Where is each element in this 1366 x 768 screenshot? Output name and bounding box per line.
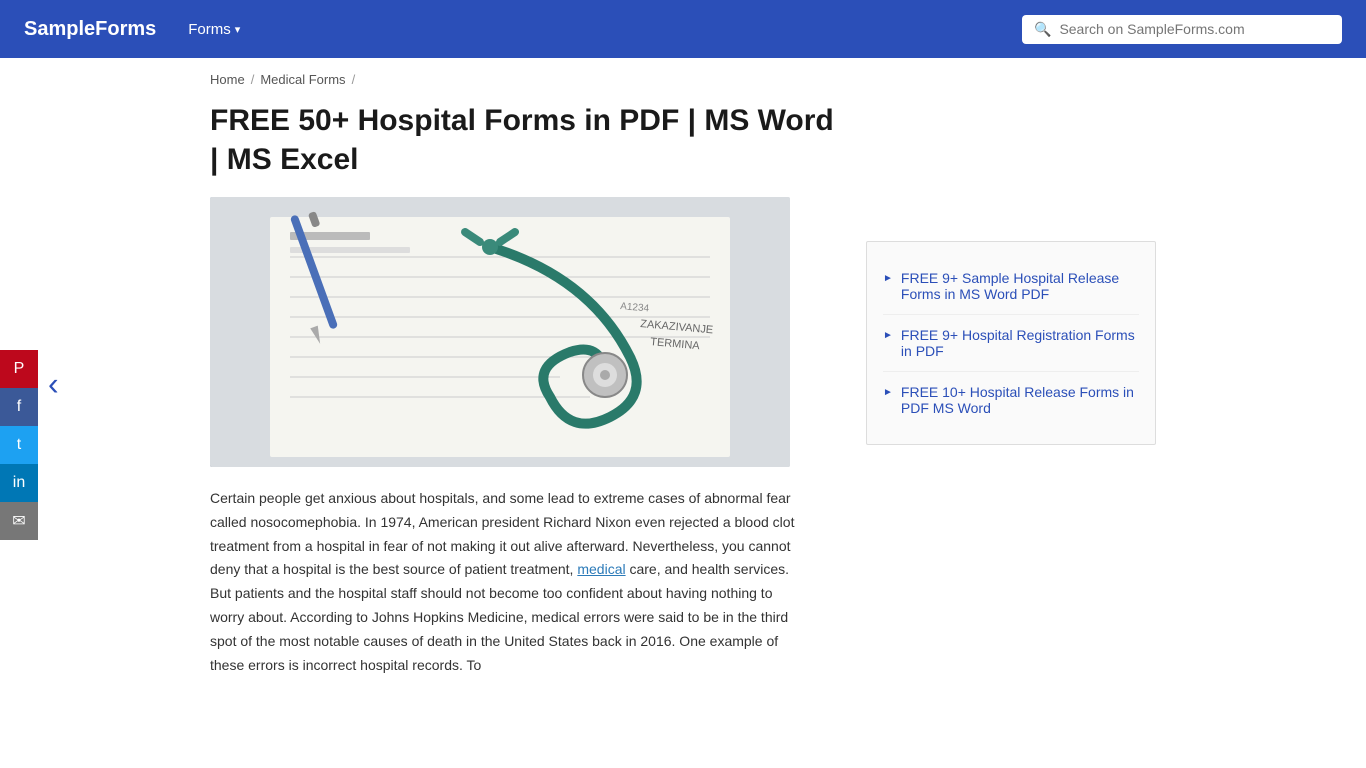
article-text: Certain people get anxious about hospita… [210, 487, 810, 677]
hero-image: ZAKAZIVANJE TERMINA A1234 [210, 197, 790, 467]
search-input[interactable] [1059, 21, 1330, 37]
arrow-icon-2: ► [883, 330, 893, 341]
sidebar-link-1[interactable]: ► FREE 9+ Sample Hospital Release Forms … [883, 258, 1139, 315]
search-box: 🔍 [1022, 15, 1342, 44]
sidebar-link-2-text: FREE 9+ Hospital Registration Forms in P… [901, 327, 1139, 359]
site-logo[interactable]: SampleForms [24, 18, 156, 41]
facebook-icon: f [17, 398, 21, 416]
forms-nav-label: Forms [188, 21, 231, 38]
breadcrumb-sep-2: / [352, 72, 356, 87]
pinterest-icon: P [14, 360, 25, 378]
main-container: FREE 50+ Hospital Forms in PDF | MS Word… [0, 101, 1366, 677]
search-icon: 🔍 [1034, 21, 1051, 38]
sidebar-link-1-text: FREE 9+ Sample Hospital Release Forms in… [901, 270, 1139, 302]
article-body: Certain people get anxious about hospita… [210, 487, 810, 677]
breadcrumb-sep-1: / [251, 72, 255, 87]
sidebar-link-3-text: FREE 10+ Hospital Release Forms in PDF M… [901, 384, 1139, 416]
sidebar-link-2[interactable]: ► FREE 9+ Hospital Registration Forms in… [883, 315, 1139, 372]
facebook-share-button[interactable]: f [0, 388, 38, 426]
arrow-icon-1: ► [883, 273, 893, 284]
medical-link[interactable]: medical [577, 561, 625, 577]
sidebar-links-box: ► FREE 9+ Sample Hospital Release Forms … [866, 241, 1156, 445]
breadcrumb-home[interactable]: Home [210, 72, 245, 87]
main-nav: Forms ▾ [188, 21, 990, 38]
sidebar-link-3[interactable]: ► FREE 10+ Hospital Release Forms in PDF… [883, 372, 1139, 428]
breadcrumb: Home / Medical Forms / [0, 58, 1366, 101]
twitter-icon: t [17, 436, 21, 454]
email-icon: ✉ [12, 511, 25, 531]
twitter-share-button[interactable]: t [0, 426, 38, 464]
arrow-icon-3: ► [883, 387, 893, 398]
left-nav-arrow[interactable]: ‹ [48, 366, 59, 403]
site-header: SampleForms Forms ▾ 🔍 [0, 0, 1366, 58]
breadcrumb-medical-forms[interactable]: Medical Forms [260, 72, 345, 87]
linkedin-share-button[interactable]: in [0, 464, 38, 502]
page-title: FREE 50+ Hospital Forms in PDF | MS Word… [210, 101, 834, 179]
social-sidebar: P f t in ✉ [0, 350, 38, 540]
hero-illustration: ZAKAZIVANJE TERMINA A1234 [210, 197, 790, 467]
right-sidebar: ► FREE 9+ Sample Hospital Release Forms … [866, 241, 1156, 677]
content-area: FREE 50+ Hospital Forms in PDF | MS Word… [210, 101, 834, 677]
linkedin-icon: in [13, 474, 25, 492]
forms-nav-item[interactable]: Forms ▾ [188, 21, 240, 38]
pinterest-share-button[interactable]: P [0, 350, 38, 388]
email-share-button[interactable]: ✉ [0, 502, 38, 540]
chevron-down-icon: ▾ [235, 23, 241, 36]
